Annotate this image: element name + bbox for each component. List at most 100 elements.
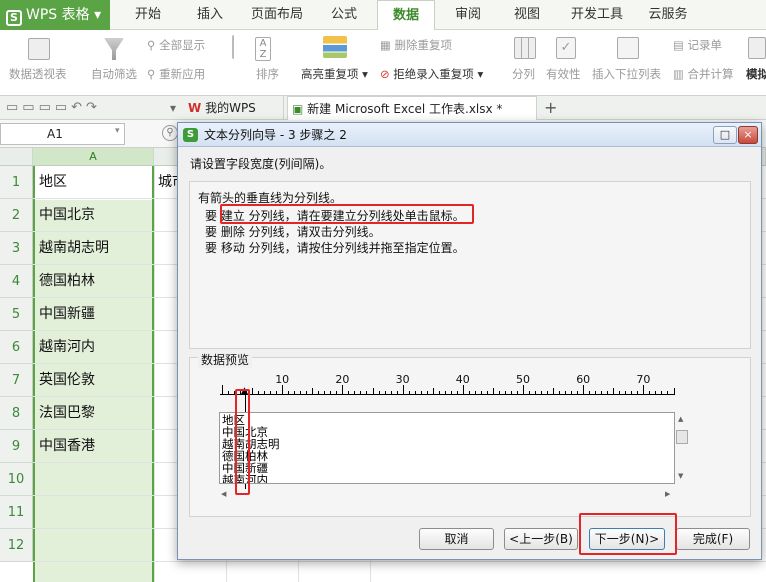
ruler-tick [360, 391, 362, 394]
cell-a[interactable]: 地区 [35, 166, 67, 199]
sort-button[interactable]: 排序 [256, 66, 279, 82]
column-header-a[interactable]: A [33, 148, 154, 166]
tab-home[interactable]: 开始 [120, 0, 176, 30]
tab-formulas[interactable]: 公式 [316, 0, 372, 30]
cell-a[interactable]: 中国北京 [35, 199, 95, 232]
dialog-title-bar[interactable]: 文本分列向导 - 3 步骤之 2 [178, 123, 761, 147]
tab-list-chevron-icon[interactable]: ▾ [170, 96, 176, 120]
cell-a[interactable]: 法国巴黎 [35, 397, 95, 430]
ruler-tick [619, 391, 621, 394]
ruler-number: 20 [335, 373, 350, 386]
wps-w-icon: W [188, 101, 202, 115]
cell-a[interactable]: 越南胡志明 [35, 232, 109, 265]
preview-hscrollbar[interactable]: ◀ ▶ [219, 490, 675, 502]
select-all-corner[interactable] [0, 148, 33, 166]
dialog-app-icon: S [183, 128, 198, 142]
cell-a[interactable]: 中国新疆 [35, 298, 95, 331]
ruler-tick [414, 391, 416, 394]
row-header[interactable]: 3 [0, 232, 33, 265]
close-button[interactable]: × [738, 126, 758, 144]
ruler-tick [535, 391, 537, 394]
scroll-left-icon[interactable]: ◀ [221, 490, 226, 498]
finish-button[interactable]: 完成(F) [676, 528, 750, 550]
tab-developer[interactable]: 开发工具 [563, 0, 631, 30]
delete-duplicates-button[interactable]: ▦ 删除重复项 [380, 37, 452, 53]
row-header[interactable]: 7 [0, 364, 33, 397]
scroll-right-icon[interactable]: ▶ [665, 490, 670, 498]
tab-insert[interactable]: 插入 [182, 0, 238, 30]
row-header[interactable]: 12 [0, 529, 33, 562]
preview-vscrollbar[interactable]: ▲ ▼ [675, 412, 689, 484]
validity-button[interactable]: 有效性 [546, 66, 581, 82]
split-column-button[interactable]: 分列 [512, 66, 535, 82]
show-all-button[interactable]: ⚲ 全部显示 [147, 37, 205, 53]
name-box[interactable]: A1 [0, 123, 125, 145]
back-button[interactable]: <上一步(B) [504, 528, 578, 550]
highlight-box-break-line [235, 389, 250, 495]
scroll-up-icon[interactable]: ▲ [678, 415, 683, 423]
cancel-button[interactable]: 取消 [419, 528, 494, 550]
new-tab-button[interactable]: + [544, 96, 557, 120]
tab-data[interactable]: 数据 [377, 0, 435, 30]
cell-a[interactable]: 英国伦敦 [35, 364, 95, 397]
row-header[interactable]: 2 [0, 199, 33, 232]
simulate-button[interactable]: 模拟 [746, 66, 766, 82]
ruler-tick [342, 385, 344, 394]
ruler-tick [276, 391, 278, 394]
preview-label: 数据预览 [198, 351, 253, 368]
insert-dropdown-button[interactable]: 插入下拉列表 [592, 66, 661, 82]
consolidate-button[interactable]: ▥ 合并计算 [673, 66, 734, 82]
split-column-icon [514, 37, 536, 59]
scroll-down-icon[interactable]: ▼ [678, 472, 683, 480]
highlight-duplicates-icon [323, 36, 347, 58]
row-header[interactable]: 4 [0, 265, 33, 298]
record-form-button[interactable]: ▤ 记录单 [673, 37, 722, 53]
ruler-tick [607, 391, 609, 394]
vscroll-thumb[interactable] [676, 430, 688, 444]
ruler-baseline [220, 394, 675, 395]
name-box-dropdown-icon[interactable]: ▾ [115, 126, 120, 136]
quick-access-toolbar[interactable]: ▭▭▭▭↶↷ [6, 96, 101, 120]
maximize-button[interactable]: □ [713, 126, 737, 144]
tab-my-wps[interactable]: W 我的WPS [188, 96, 284, 120]
pivot-table-button[interactable]: 数据透视表 [9, 66, 67, 82]
ruler-tick [378, 391, 380, 394]
cell-a[interactable]: 德国柏林 [35, 265, 95, 298]
zoom-icon[interactable]: ⚲ [162, 125, 178, 141]
consolidate-label: 合并计算 [687, 67, 734, 81]
row-header[interactable]: 9 [0, 430, 33, 463]
tab-page-layout[interactable]: 页面布局 [245, 0, 309, 30]
highlight-duplicates-button[interactable]: 高亮重复项 ▾ [301, 66, 368, 82]
row-header[interactable]: 1 [0, 166, 33, 199]
ruler-tick [252, 388, 254, 394]
tab-workbook[interactable]: ▣ 新建 Microsoft Excel 工作表.xlsx * [287, 96, 537, 120]
preview-box[interactable]: 地区 中国北京 越南胡志明 德国柏林 中国新疆 越南河内 [219, 412, 675, 484]
tab-cloud[interactable]: 云服务 [638, 0, 698, 30]
ruler-tick [444, 391, 446, 394]
ruler-tick [553, 388, 555, 394]
cell-a[interactable]: 越南河内 [35, 331, 95, 364]
tab-view[interactable]: 视图 [501, 0, 553, 30]
reapply-label: 重新应用 [159, 67, 206, 81]
app-menu-button[interactable]: S WPS 表格 ▾ [0, 0, 110, 30]
document-tab-bar: ▭▭▭▭↶↷ ▾ W 我的WPS ▣ 新建 Microsoft Excel 工作… [0, 96, 766, 120]
autofilter-button[interactable]: 自动筛选 [91, 66, 137, 82]
delete-duplicates-label: 删除重复项 [394, 38, 453, 52]
reject-duplicates-button[interactable]: ⊘ 拒绝录入重复项 ▾ [380, 66, 483, 82]
tab-my-wps-label: 我的WPS [205, 101, 256, 115]
ruler-tick [294, 391, 296, 394]
show-all-label: 全部显示 [159, 38, 206, 52]
row-header[interactable]: 6 [0, 331, 33, 364]
ruler-number: 60 [576, 373, 591, 386]
row-header[interactable]: 8 [0, 397, 33, 430]
help-line-delete: 要 删除 分列线，请双击分列线。 [205, 225, 381, 239]
cell-a[interactable]: 中国香港 [35, 430, 95, 463]
ruler-tick [541, 391, 543, 394]
reapply-button[interactable]: ⚲ 重新应用 [147, 66, 205, 82]
row-header[interactable]: 10 [0, 463, 33, 496]
ruler-tick [667, 391, 669, 394]
tab-review[interactable]: 审阅 [442, 0, 494, 30]
row-header[interactable]: 11 [0, 496, 33, 529]
row-header[interactable]: 5 [0, 298, 33, 331]
column-ruler[interactable]: 10 20 30 40 50 60 70 [220, 373, 675, 399]
